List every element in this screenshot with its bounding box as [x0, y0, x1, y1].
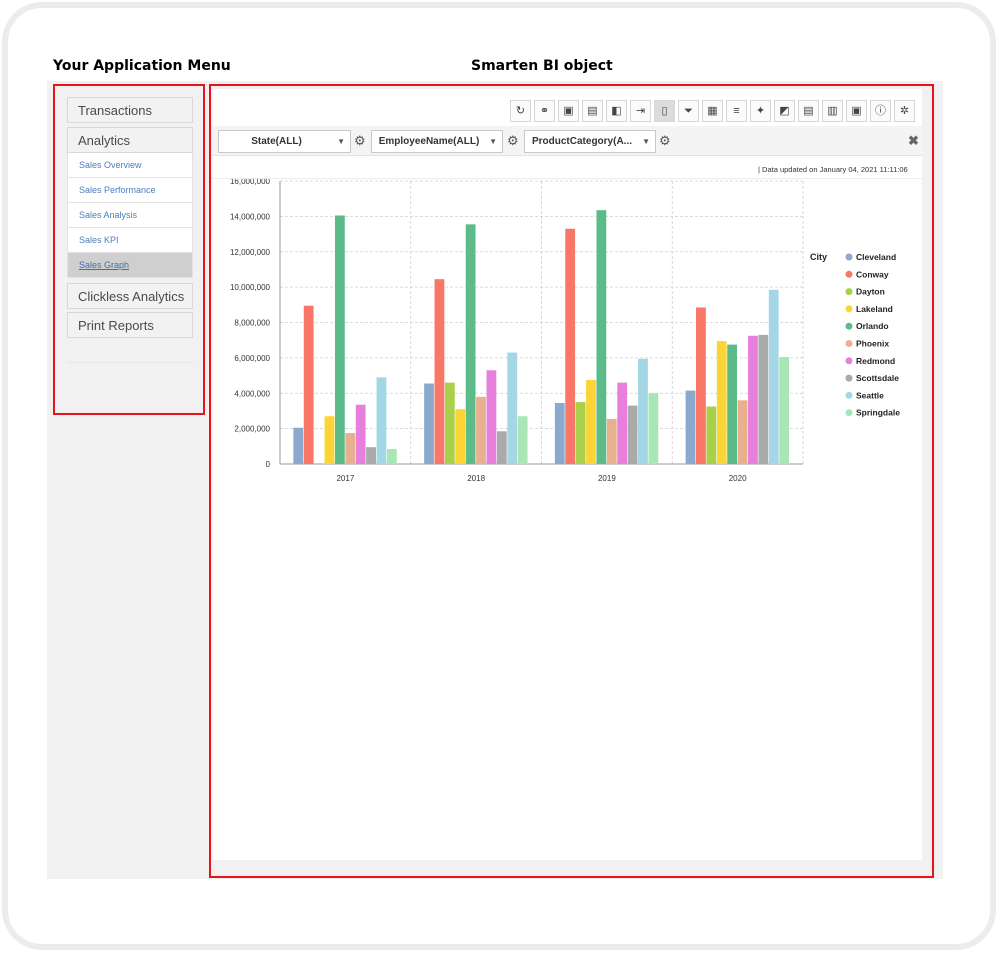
menu-highlight-box — [53, 84, 205, 415]
bi-highlight-box — [209, 84, 934, 878]
app-menu-heading: Your Application Menu — [53, 58, 231, 74]
bi-object-heading: Smarten BI object — [471, 58, 613, 74]
